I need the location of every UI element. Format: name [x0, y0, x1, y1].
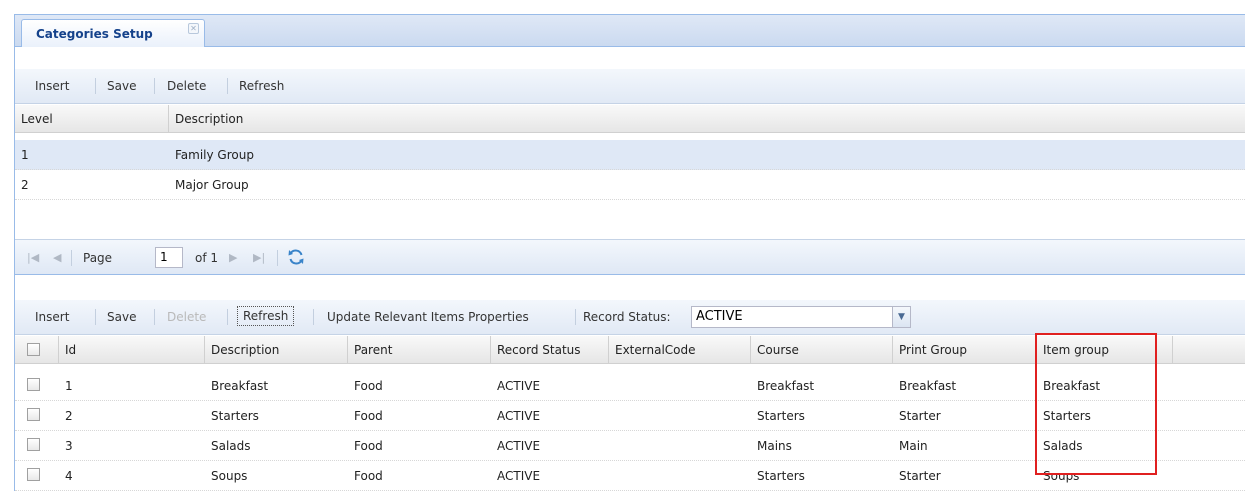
- toolbar-divider: [227, 309, 228, 325]
- toolbar-divider: [227, 78, 228, 94]
- delete-button[interactable]: Delete: [167, 79, 206, 93]
- toolbar-divider: [95, 78, 96, 94]
- externalcode-cell: [609, 431, 615, 461]
- page-label: Page: [83, 251, 113, 265]
- course-cell: Mains: [757, 439, 792, 453]
- first-page-icon[interactable]: |◀: [27, 251, 39, 264]
- column-header-level[interactable]: Level: [15, 105, 169, 133]
- insert-button[interactable]: Insert: [35, 310, 69, 324]
- column-header-record-status[interactable]: Record Status: [491, 336, 609, 364]
- course-cell: Breakfast: [757, 379, 815, 393]
- select-all-checkbox[interactable]: [27, 343, 40, 356]
- levels-grid-header: Level Description: [15, 105, 1245, 133]
- record-status-select[interactable]: ACTIVE ▼: [691, 306, 911, 328]
- previous-page-icon[interactable]: ◀: [53, 251, 61, 264]
- row-checkbox[interactable]: [27, 378, 40, 391]
- table-row[interactable]: 1 Family Group: [15, 140, 1245, 170]
- column-header-print-group[interactable]: Print Group: [893, 336, 1037, 364]
- table-row[interactable]: 2 Major Group: [15, 170, 1245, 200]
- row-checkbox[interactable]: [27, 468, 40, 481]
- description-cell: Starters: [211, 409, 259, 423]
- categories-toolbar: Insert Save Delete Refresh Update Releva…: [15, 300, 1245, 335]
- next-page-icon[interactable]: ▶: [229, 251, 237, 264]
- record-status-cell: ACTIVE: [497, 439, 541, 453]
- record-status-cell: ACTIVE: [497, 409, 541, 423]
- print-group-cell: Starter: [899, 469, 941, 483]
- tab-title: Categories Setup: [36, 27, 153, 41]
- id-cell: 1: [65, 379, 73, 393]
- externalcode-cell: [609, 371, 615, 401]
- parent-cell: Food: [354, 469, 383, 483]
- save-button[interactable]: Save: [107, 79, 136, 93]
- insert-button[interactable]: Insert: [35, 79, 69, 93]
- toolbar-divider: [575, 309, 576, 325]
- column-header-description[interactable]: Description: [169, 105, 1245, 133]
- paging-toolbar: |◀ ◀ Page 1 of 1 ▶ ▶|: [15, 239, 1245, 275]
- item-group-highlight-box: [1035, 333, 1157, 475]
- id-cell: 4: [65, 469, 73, 483]
- tab-categories-setup[interactable]: Categories Setup ✕: [21, 19, 205, 47]
- refresh-button[interactable]: Refresh: [239, 79, 284, 93]
- column-header-externalcode[interactable]: ExternalCode: [609, 336, 751, 364]
- toolbar-divider: [154, 78, 155, 94]
- parent-cell: Food: [354, 439, 383, 453]
- print-group-cell: Starter: [899, 409, 941, 423]
- course-cell: Starters: [757, 409, 805, 423]
- level-cell: 1: [21, 148, 29, 162]
- refresh-icon[interactable]: [287, 248, 305, 266]
- course-cell: Starters: [757, 469, 805, 483]
- last-page-icon[interactable]: ▶|: [253, 251, 265, 264]
- description-cell: Breakfast: [211, 379, 269, 393]
- save-button[interactable]: Save: [107, 310, 136, 324]
- print-group-cell: Main: [899, 439, 928, 453]
- record-status-cell: ACTIVE: [497, 469, 541, 483]
- level-cell: 2: [21, 178, 29, 192]
- column-header-parent[interactable]: Parent: [348, 336, 491, 364]
- column-header-description[interactable]: Description: [205, 336, 348, 364]
- row-checkbox[interactable]: [27, 438, 40, 451]
- pager-divider: [71, 250, 72, 266]
- description-cell: Salads: [211, 439, 251, 453]
- tab-strip: Categories Setup ✕: [15, 15, 1245, 47]
- externalcode-cell: [609, 461, 615, 491]
- record-status-value: ACTIVE: [696, 309, 743, 324]
- print-group-cell: Breakfast: [899, 379, 957, 393]
- page-number-input[interactable]: 1: [155, 247, 183, 268]
- parent-cell: Food: [354, 379, 383, 393]
- close-icon[interactable]: ✕: [188, 23, 199, 34]
- categories-setup-window: Categories Setup ✕ Insert Save Delete Re…: [14, 14, 1245, 491]
- description-cell: Family Group: [175, 148, 254, 162]
- id-cell: 2: [65, 409, 73, 423]
- externalcode-cell: [609, 401, 615, 431]
- column-header-course[interactable]: Course: [751, 336, 893, 364]
- toolbar-divider: [313, 309, 314, 325]
- page-count-label: of 1: [195, 251, 219, 265]
- description-cell: Major Group: [175, 178, 249, 192]
- record-status-cell: ACTIVE: [497, 379, 541, 393]
- column-header-id[interactable]: Id: [59, 336, 205, 364]
- toolbar-divider: [154, 309, 155, 325]
- description-cell: Soups: [211, 469, 248, 483]
- update-relevant-items-button[interactable]: Update Relevant Items Properties: [327, 310, 529, 324]
- select-all-cell: [15, 336, 59, 364]
- chevron-down-icon[interactable]: ▼: [892, 307, 910, 327]
- pager-divider: [277, 250, 278, 266]
- parent-cell: Food: [354, 409, 383, 423]
- record-status-label: Record Status:: [583, 310, 671, 324]
- toolbar-divider: [95, 309, 96, 325]
- row-checkbox[interactable]: [27, 408, 40, 421]
- levels-toolbar: Insert Save Delete Refresh: [15, 69, 1245, 104]
- id-cell: 3: [65, 439, 73, 453]
- delete-button[interactable]: Delete: [167, 310, 206, 324]
- refresh-button[interactable]: Refresh: [237, 306, 295, 326]
